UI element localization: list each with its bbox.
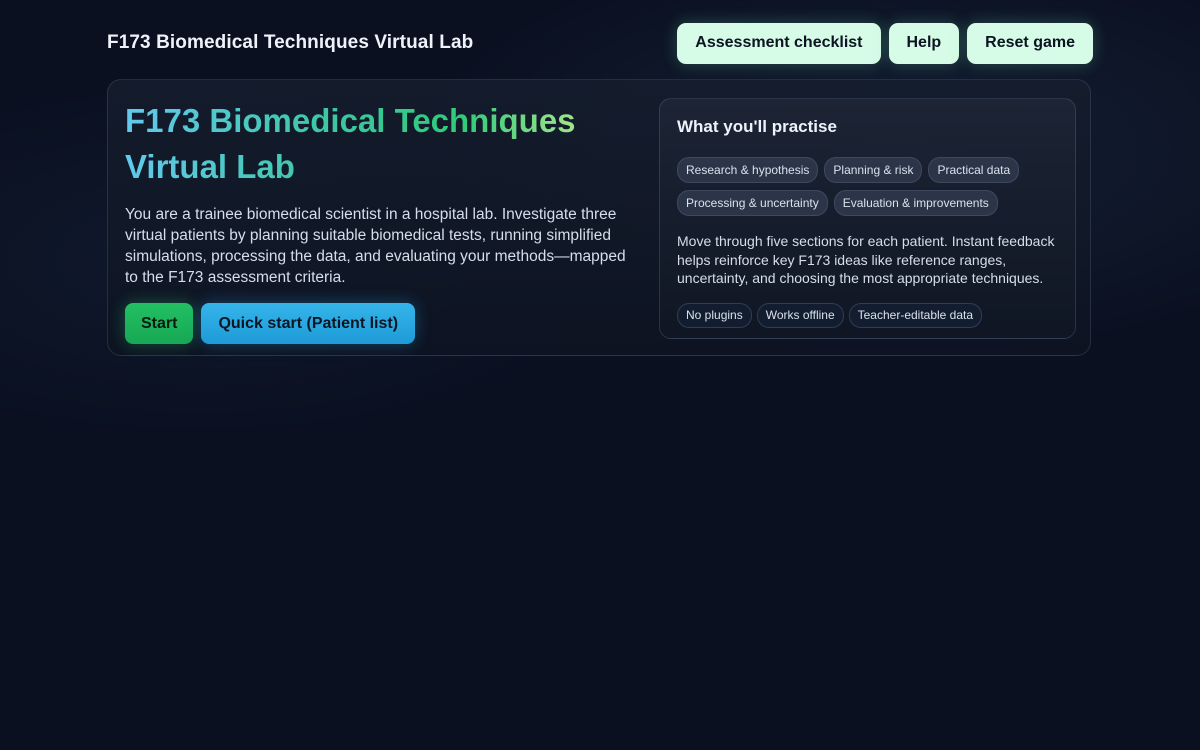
top-bar: F173 Biomedical Techniques Virtual Lab A…	[107, 22, 1093, 64]
app-title: F173 Biomedical Techniques Virtual Lab	[107, 32, 474, 53]
reset-game-button[interactable]: Reset game	[967, 22, 1093, 64]
hero-intro: F173 Biomedical Techniques Virtual Lab Y…	[125, 98, 645, 344]
practise-card: What you'll practise Research & hypothes…	[659, 98, 1076, 339]
hero-title-line-1: F173 Biomedical Techniques	[125, 102, 576, 139]
tag-no-plugins: No plugins	[677, 302, 752, 328]
hero-description: You are a trainee biomedical scientist i…	[125, 206, 626, 286]
chip-evaluation-improvements: Evaluation & improvements	[833, 190, 998, 216]
help-button[interactable]: Help	[888, 22, 960, 64]
quick-start-button[interactable]: Quick start (Patient list)	[201, 303, 416, 344]
chip-planning-risk: Planning & risk	[824, 157, 923, 183]
practise-description: Move through five sections for each pati…	[677, 233, 1055, 286]
skill-chips: Research & hypothesis Planning & risk Pr…	[677, 157, 1058, 216]
chip-practical-data: Practical data	[928, 157, 1020, 183]
tag-works-offline: Works offline	[756, 302, 844, 328]
hero-actions: Start Quick start (Patient list)	[125, 303, 645, 344]
practise-title: What you'll practise	[677, 117, 837, 136]
chip-research-hypothesis: Research & hypothesis	[677, 157, 819, 183]
tag-teacher-editable: Teacher-editable data	[848, 302, 983, 328]
hero-title-line-2: Virtual Lab	[125, 148, 295, 185]
feature-tags: No plugins Works offline Teacher-editabl…	[677, 302, 1058, 328]
start-button[interactable]: Start	[125, 303, 194, 344]
hero-title: F173 Biomedical Techniques Virtual Lab	[125, 98, 645, 190]
hero-panel: F173 Biomedical Techniques Virtual Lab Y…	[107, 79, 1091, 356]
top-actions: Assessment checklist Help Reset game	[677, 22, 1093, 64]
chip-processing-uncertainty: Processing & uncertainty	[677, 190, 828, 216]
assessment-checklist-button[interactable]: Assessment checklist	[677, 22, 881, 64]
